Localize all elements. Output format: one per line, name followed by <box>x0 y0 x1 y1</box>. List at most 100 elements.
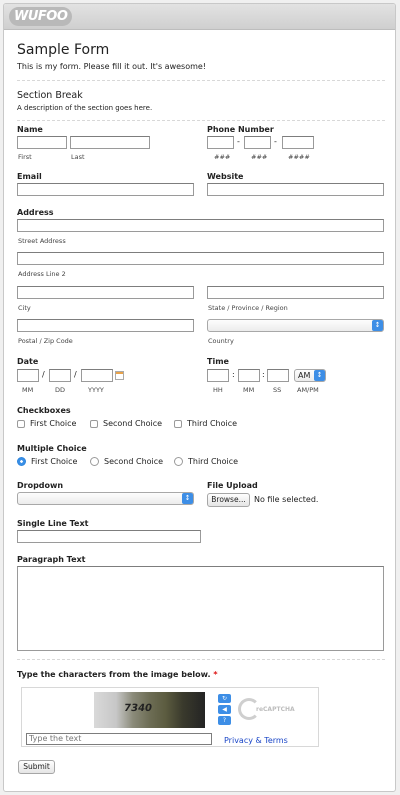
multiple-choice-label: Multiple Choice <box>17 444 87 453</box>
dropdown-select[interactable]: ↕ <box>17 492 194 505</box>
time-minute-input[interactable] <box>238 369 260 382</box>
section-description: A description of the section goes here. <box>17 104 153 112</box>
checkbox[interactable] <box>17 419 25 428</box>
checkbox[interactable] <box>90 419 98 428</box>
single-line-label: Single Line Text <box>17 519 89 528</box>
radio-option[interactable]: Second Choice <box>90 457 163 466</box>
phone-sublabel: #### <box>288 153 310 161</box>
postal-code-sublabel: Postal / Zip Code <box>18 337 73 345</box>
radio-option-label: First Choice <box>31 457 78 466</box>
last-name-sublabel: Last <box>71 153 85 161</box>
time-separator: : <box>232 370 235 379</box>
single-line-input[interactable] <box>17 530 201 543</box>
file-upload-label: File Upload <box>207 481 258 490</box>
form-title: Sample Form <box>17 42 110 58</box>
date-separator: / <box>42 370 45 379</box>
website-input[interactable] <box>207 183 384 196</box>
date-day-sublabel: DD <box>55 386 66 394</box>
phone-label: Phone Number <box>207 125 274 134</box>
first-name-input[interactable] <box>17 136 67 149</box>
phone-prefix-input[interactable] <box>244 136 271 149</box>
divider <box>17 80 385 81</box>
checkbox-option[interactable]: Second Choice <box>90 419 162 428</box>
ampm-select[interactable]: AM ↕ <box>294 369 326 382</box>
refresh-icon[interactable]: ↻ <box>218 694 231 703</box>
chevron-updown-icon: ↕ <box>372 320 383 331</box>
browse-button[interactable]: Browse... <box>207 493 250 507</box>
recaptcha-logo-text: reCAPTCHA <box>256 706 295 713</box>
form-window: WUFOO Sample Form This is my form. Pleas… <box>3 3 396 792</box>
street-address-sublabel: Street Address <box>18 237 66 245</box>
divider <box>17 120 385 121</box>
checkbox[interactable] <box>174 419 182 428</box>
date-month-input[interactable] <box>17 369 39 382</box>
recaptcha-logo: reCAPTCHA <box>238 698 295 722</box>
name-label: Name <box>17 125 43 134</box>
radio-button[interactable] <box>90 457 99 466</box>
captcha-label: Type the characters from the image below… <box>17 670 218 679</box>
phone-line-input[interactable] <box>282 136 314 149</box>
ampm-sublabel: AM/PM <box>297 386 319 394</box>
city-input[interactable] <box>17 286 194 299</box>
email-label: Email <box>17 172 42 181</box>
time-second-input[interactable] <box>267 369 289 382</box>
dropdown-label: Dropdown <box>17 481 64 490</box>
first-name-sublabel: First <box>18 153 32 161</box>
date-year-sublabel: YYYY <box>88 386 104 394</box>
radio-button[interactable] <box>174 457 183 466</box>
date-year-input[interactable] <box>81 369 113 382</box>
captcha-image-text: 7340 <box>123 703 153 714</box>
state-input[interactable] <box>207 286 384 299</box>
checkbox-option-label: Third Choice <box>187 419 238 428</box>
state-sublabel: State / Province / Region <box>208 304 288 312</box>
checkbox-option[interactable]: Third Choice <box>174 419 237 428</box>
date-separator: / <box>74 370 77 379</box>
time-hour-input[interactable] <box>207 369 229 382</box>
phone-sublabel: ### <box>251 153 268 161</box>
checkbox-option[interactable]: First Choice <box>17 419 76 428</box>
checkboxes-label: Checkboxes <box>17 406 71 415</box>
email-input[interactable] <box>17 183 194 196</box>
time-second-sublabel: SS <box>273 386 282 394</box>
help-icon[interactable]: ? <box>218 716 231 725</box>
address-label: Address <box>17 208 54 217</box>
street-address-input[interactable] <box>17 219 384 232</box>
captcha-widget: 7340 ↻ ◀ ? reCAPTCHA Type the text Priva… <box>21 687 319 747</box>
date-label: Date <box>17 357 39 366</box>
radio-button-selected[interactable] <box>17 457 26 466</box>
divider <box>17 659 385 660</box>
paragraph-textarea[interactable] <box>17 566 384 651</box>
phone-area-input[interactable] <box>207 136 234 149</box>
phone-separator: - <box>237 137 240 146</box>
audio-icon[interactable]: ◀ <box>218 705 231 714</box>
time-label: Time <box>207 357 229 366</box>
radio-option-label: Third Choice <box>188 457 239 466</box>
submit-button[interactable]: Submit <box>18 760 55 774</box>
captcha-label-text: Type the characters from the image below… <box>17 670 211 679</box>
captcha-image: 7340 <box>94 692 205 728</box>
country-select[interactable]: ↕ <box>207 319 384 332</box>
chevron-updown-icon: ↕ <box>314 370 325 381</box>
website-label: Website <box>207 172 244 181</box>
date-day-input[interactable] <box>49 369 71 382</box>
privacy-terms-link[interactable]: Privacy & Terms <box>224 736 288 745</box>
time-minute-sublabel: MM <box>243 386 255 394</box>
captcha-input[interactable]: Type the text <box>26 733 212 745</box>
paragraph-label: Paragraph Text <box>17 555 86 564</box>
last-name-input[interactable] <box>70 136 150 149</box>
checkbox-option-label: Second Choice <box>103 419 163 428</box>
form-description: This is my form. Please fill it out. It'… <box>17 62 207 71</box>
city-sublabel: City <box>18 304 31 312</box>
wufoo-logo: WUFOO <box>9 7 73 26</box>
phone-separator: - <box>274 137 277 146</box>
radio-option[interactable]: First Choice <box>17 457 77 466</box>
required-mark: * <box>213 670 218 679</box>
postal-code-input[interactable] <box>17 319 194 332</box>
time-separator: : <box>262 370 265 379</box>
section-title: Section Break <box>17 90 83 101</box>
radio-option-label: Second Choice <box>104 457 164 466</box>
address-line2-input[interactable] <box>17 252 384 265</box>
calendar-icon[interactable] <box>115 371 124 380</box>
header-bar: WUFOO <box>4 4 395 30</box>
radio-option[interactable]: Third Choice <box>174 457 238 466</box>
